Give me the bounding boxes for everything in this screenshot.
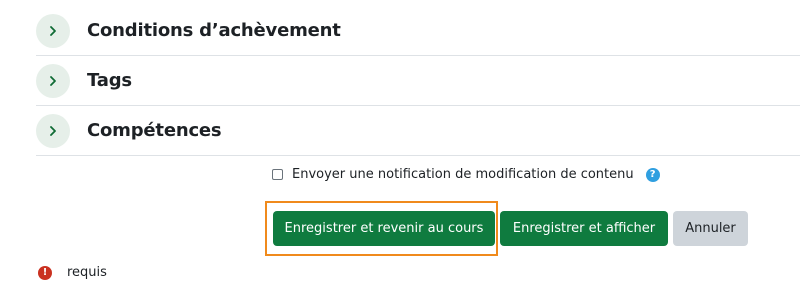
section-title[interactable]: Tags [87,70,132,91]
cancel-button[interactable]: Annuler [673,211,748,246]
form-footer: Conditions d’achèvement Tags Compétences… [0,0,800,298]
exclamation-circle-icon: ! [38,265,52,280]
save-and-display-button[interactable]: Enregistrer et afficher [500,211,668,246]
required-legend: ! requis [38,265,107,280]
section-competencies[interactable]: Compétences [36,106,800,156]
section-title[interactable]: Conditions d’achèvement [87,20,341,41]
section-tags[interactable]: Tags [36,56,800,106]
notification-checkbox[interactable] [272,169,283,180]
required-label: requis [67,265,107,280]
chevron-right-icon[interactable] [36,113,70,148]
section-title[interactable]: Compétences [87,120,222,141]
save-and-return-button[interactable]: Enregistrer et revenir au cours [273,211,495,246]
section-completion-conditions[interactable]: Conditions d’achèvement [36,6,800,56]
chevron-right-icon[interactable] [36,13,70,48]
question-circle-icon[interactable]: ? [645,167,660,182]
notification-label[interactable]: Envoyer une notification de modification… [292,167,634,182]
chevron-right-icon[interactable] [36,63,70,98]
notification-option: Envoyer une notification de modification… [272,167,660,182]
